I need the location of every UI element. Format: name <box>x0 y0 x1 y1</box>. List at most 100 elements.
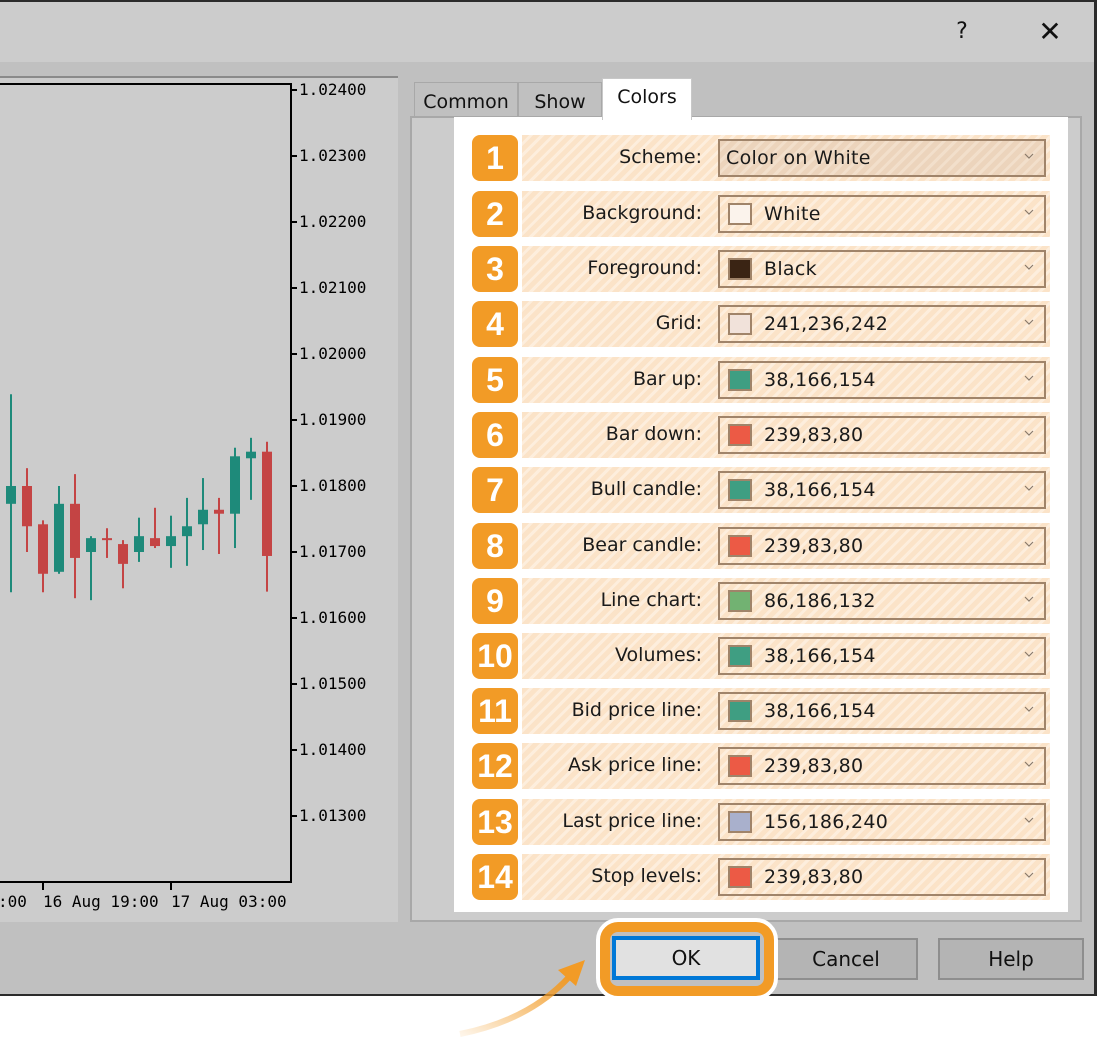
y-tick-label: 1.01600 <box>299 608 366 627</box>
bear-candle-body <box>150 538 160 547</box>
color-dropdown[interactable]: 239,83,80 <box>718 527 1046 565</box>
color-dropdown[interactable]: 38,166,154 <box>718 471 1046 509</box>
color-swatch <box>728 755 752 777</box>
dropdown-value: 239,83,80 <box>764 755 864 777</box>
step-number-badge: 10 <box>472 633 518 679</box>
tab-show[interactable]: Show <box>518 82 602 118</box>
color-dropdown[interactable]: 156,186,240 <box>718 803 1046 841</box>
step-number-badge: 3 <box>472 246 518 292</box>
dropdown-value: Color on White <box>726 147 871 169</box>
color-dropdown[interactable]: 38,166,154 <box>718 361 1046 399</box>
tab-common[interactable]: Common <box>414 82 518 118</box>
tab-label: Common <box>423 91 509 113</box>
dropdown-value: 38,166,154 <box>764 479 876 501</box>
bear-candle-body <box>214 509 224 514</box>
dropdown-value: 241,236,242 <box>764 313 889 335</box>
step-number-badge: 1 <box>472 135 518 181</box>
dropdown-value: 239,83,80 <box>764 535 864 557</box>
color-setting-row: 3 Foreground: Black <box>472 246 1050 292</box>
question-mark-icon: ? <box>956 19 968 44</box>
bear-candle-body <box>102 538 112 541</box>
color-swatch <box>728 645 752 667</box>
y-tick-label: 1.01400 <box>299 740 366 759</box>
tab-colors[interactable]: Colors <box>602 78 692 120</box>
bull-candle-body <box>198 509 208 525</box>
bear-candle-body <box>38 524 48 574</box>
color-dropdown[interactable]: 38,166,154 <box>718 637 1046 675</box>
setting-label: Stop levels: <box>591 865 702 887</box>
setting-label: Bar down: <box>605 423 702 445</box>
color-swatch <box>728 535 752 557</box>
step-number-badge: 2 <box>472 191 518 237</box>
ok-button[interactable]: OK <box>612 936 760 980</box>
color-setting-row: 8 Bear candle: 239,83,80 <box>472 523 1050 569</box>
color-dropdown[interactable]: 86,186,132 <box>718 582 1046 620</box>
dropdown-value: 86,186,132 <box>764 590 876 612</box>
y-tick-label: 1.01800 <box>299 476 366 495</box>
bull-candle-body <box>230 456 240 514</box>
candlestick-chart: 1.02400 1.02300 1.02200 1.02100 1.02000 1.019… <box>0 80 366 911</box>
step-number-badge: 14 <box>472 854 518 900</box>
color-dropdown[interactable]: 241,236,242 <box>718 305 1046 343</box>
color-dropdown[interactable]: White <box>718 195 1046 233</box>
y-tick-label: 1.01700 <box>299 542 366 561</box>
setting-label: Line chart: <box>600 589 702 611</box>
pointer-arrow-icon <box>459 960 585 1037</box>
chevron-down-icon <box>1024 872 1034 878</box>
step-number-badge: 12 <box>472 743 518 789</box>
tab-label: Show <box>534 91 586 113</box>
cancel-button[interactable]: Cancel <box>774 938 918 980</box>
y-tick-label: 1.02300 <box>299 146 366 165</box>
x-tick-label: :00 <box>0 892 27 911</box>
chevron-down-icon <box>1024 264 1034 270</box>
dropdown-value: 38,166,154 <box>764 700 876 722</box>
y-tick-label: 1.01900 <box>299 410 366 429</box>
setting-label: Last price line: <box>562 810 702 832</box>
chevron-down-icon <box>1024 485 1034 491</box>
bear-candle-body <box>118 544 128 564</box>
color-setting-row: 13 Last price line: 156,186,240 <box>472 799 1050 845</box>
color-setting-row: 4 Grid: 241,236,242 <box>472 301 1050 347</box>
color-dropdown[interactable]: 239,83,80 <box>718 858 1046 896</box>
y-tick-label: 1.02400 <box>299 80 366 99</box>
color-dropdown[interactable]: 38,166,154 <box>718 692 1046 730</box>
chevron-down-icon <box>1024 153 1034 159</box>
color-setting-row: 9 Line chart: 86,186,132 <box>472 578 1050 624</box>
bear-candle-body <box>262 451 272 556</box>
y-tick-label: 1.02200 <box>299 212 366 231</box>
dropdown-value: 239,83,80 <box>764 424 864 446</box>
help-button[interactable]: ? <box>942 12 982 52</box>
color-swatch <box>728 590 752 612</box>
chevron-down-icon <box>1024 706 1034 712</box>
color-dropdown[interactable]: Black <box>718 250 1046 288</box>
color-swatch <box>728 866 752 888</box>
chevron-down-icon <box>1024 761 1034 767</box>
color-swatch <box>728 313 752 335</box>
color-setting-row: 5 Bar up: 38,166,154 <box>472 357 1050 403</box>
color-setting-row: 11 Bid price line: 38,166,154 <box>472 688 1050 734</box>
color-swatch <box>728 203 752 225</box>
dropdown-value: 38,166,154 <box>764 645 876 667</box>
step-number-badge: 9 <box>472 578 518 624</box>
color-swatch <box>728 258 752 280</box>
bear-candle-body <box>70 503 80 558</box>
step-number-badge: 8 <box>472 523 518 569</box>
y-tick-label: 1.02100 <box>299 278 366 297</box>
color-dropdown[interactable]: Color on White <box>718 139 1046 177</box>
color-dropdown[interactable]: 239,83,80 <box>718 416 1046 454</box>
help-dialog-button[interactable]: Help <box>938 938 1084 980</box>
color-swatch <box>728 369 752 391</box>
x-tick-label: 17 Aug 03:00 <box>171 892 287 911</box>
chevron-down-icon <box>1024 651 1034 657</box>
chevron-down-icon <box>1024 319 1034 325</box>
color-dropdown[interactable]: 239,83,80 <box>718 747 1046 785</box>
y-tick-label: 1.02000 <box>299 344 366 363</box>
color-setting-row: 12 Ask price line: 239,83,80 <box>472 743 1050 789</box>
step-number-badge: 13 <box>472 799 518 845</box>
bull-candle-body <box>134 536 144 552</box>
bull-candle-body <box>182 526 192 537</box>
color-swatch <box>728 479 752 501</box>
close-button[interactable]: ✕ <box>1030 12 1070 52</box>
color-setting-row: 10 Volumes: 38,166,154 <box>472 633 1050 679</box>
chevron-down-icon <box>1024 209 1034 215</box>
